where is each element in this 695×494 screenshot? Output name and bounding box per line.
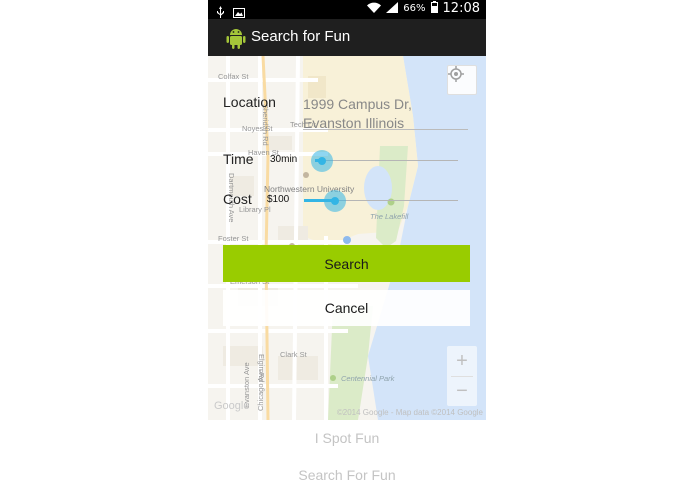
app-title: Search for Fun xyxy=(251,28,351,45)
wifi-icon xyxy=(367,2,382,16)
location-input[interactable]: 1999 Campus Dr, Evanston Illinois xyxy=(303,94,468,131)
battery-icon xyxy=(430,1,438,16)
cost-slider[interactable] xyxy=(304,189,458,213)
android-icon xyxy=(226,26,246,50)
search-button[interactable]: Search xyxy=(223,245,470,282)
cost-value: $100 xyxy=(267,194,290,205)
cost-slider-thumb[interactable] xyxy=(331,197,339,205)
phone-screen: 66% 12:08 Search for Fun Colfax St Tech … xyxy=(208,0,486,494)
battery-percent: 66% xyxy=(403,3,426,14)
cost-label: Cost xyxy=(223,191,252,207)
status-time: 12:08 xyxy=(442,1,480,16)
action-bar: Search for Fun xyxy=(208,19,486,56)
location-label: Location xyxy=(223,94,276,110)
time-slider-thumb[interactable] xyxy=(318,157,326,165)
menu-item-i-spot-fun[interactable]: I Spot Fun xyxy=(208,430,486,446)
status-bar: 66% 12:08 xyxy=(208,0,486,19)
time-label: Time xyxy=(223,151,254,167)
time-slider[interactable] xyxy=(311,149,458,173)
cancel-button[interactable]: Cancel xyxy=(223,290,470,326)
menu-item-search-for-fun[interactable]: Search For Fun xyxy=(208,467,486,483)
location-value: 1999 Campus Dr, Evanston Illinois xyxy=(303,96,412,131)
time-value: 30min xyxy=(270,154,298,165)
signal-icon xyxy=(386,1,399,16)
